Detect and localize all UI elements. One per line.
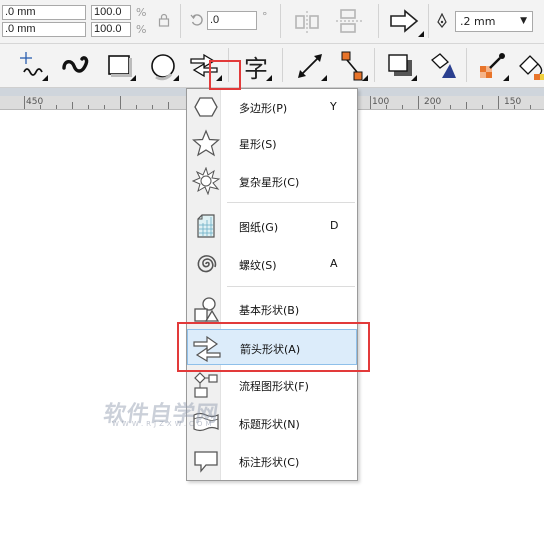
spiral-icon bbox=[191, 249, 221, 279]
scale-x-field[interactable]: 100.0 bbox=[91, 5, 131, 20]
ruler-label: 200 bbox=[424, 97, 442, 107]
x-position-field[interactable]: .0 mm bbox=[2, 5, 86, 20]
y-position-field[interactable]: .0 mm bbox=[2, 22, 86, 37]
percent-label: % bbox=[136, 23, 147, 36]
menu-item-complex-star[interactable]: 复杂星形(C) bbox=[187, 163, 357, 199]
menu-item-label: 复杂星形(C) bbox=[239, 176, 300, 189]
menu-item-label: 多边形(P) bbox=[239, 102, 288, 115]
callout-shapes-icon bbox=[191, 446, 221, 476]
menu-item-label: 流程图形状(F) bbox=[239, 380, 309, 393]
menu-separator bbox=[227, 202, 355, 203]
ruler-label: 150 bbox=[504, 97, 522, 107]
artistic-media-tool[interactable] bbox=[58, 46, 94, 86]
mirror-vertical-icon[interactable] bbox=[334, 6, 364, 36]
arrowhead-icon[interactable] bbox=[386, 6, 422, 36]
rotation-field[interactable]: .0 bbox=[207, 11, 257, 30]
mirror-horizontal-icon[interactable] bbox=[292, 8, 322, 36]
chevron-down-icon: ▼ bbox=[520, 16, 527, 26]
outline-width-value: .2 mm bbox=[460, 15, 496, 28]
rotate-icon bbox=[189, 12, 205, 28]
pen-nib-icon bbox=[435, 12, 449, 30]
menu-item-shortcut: Y bbox=[330, 100, 337, 113]
highlight-tool-flyout-arrow bbox=[209, 60, 241, 90]
lock-ratio-icon[interactable] bbox=[157, 12, 171, 28]
complex-star-icon bbox=[191, 166, 221, 196]
watermark-url: WWW.RJZXW.COM bbox=[112, 420, 215, 428]
menu-item-label: 螺纹(S) bbox=[239, 259, 277, 272]
property-bar: .0 mm .0 mm 100.0 100.0 % % .0 ° .2 mm ▼ bbox=[0, 0, 544, 44]
menu-item-shortcut: A bbox=[330, 257, 338, 270]
menu-item-spiral[interactable]: 螺纹(S) A bbox=[187, 246, 357, 282]
star-icon bbox=[191, 128, 221, 158]
menu-item-label: 标注形状(C) bbox=[239, 456, 300, 469]
polygon-icon bbox=[191, 92, 221, 122]
graph-paper-icon bbox=[191, 211, 221, 241]
toolbox: 字 bbox=[0, 44, 544, 88]
menu-item-shortcut: D bbox=[330, 219, 339, 232]
menu-item-graph-paper[interactable]: 图纸(G) D bbox=[187, 208, 357, 244]
interactive-fill-tool[interactable] bbox=[514, 46, 544, 86]
menu-item-label: 图纸(G) bbox=[239, 221, 279, 234]
outline-width-dropdown[interactable]: .2 mm ▼ bbox=[455, 11, 533, 32]
transparency-tool[interactable] bbox=[424, 46, 460, 86]
degree-label: ° bbox=[262, 10, 268, 23]
menu-item-label: 星形(S) bbox=[239, 138, 277, 151]
scale-y-field[interactable]: 100.0 bbox=[91, 22, 131, 37]
text-tool-glyph: 字 bbox=[244, 54, 268, 83]
basic-shapes-icon bbox=[191, 294, 221, 324]
menu-item-callout-shapes[interactable]: 标注形状(C) bbox=[187, 443, 357, 479]
percent-label: % bbox=[136, 6, 147, 19]
highlight-arrow-shapes-item bbox=[177, 322, 370, 372]
menu-item-star[interactable]: 星形(S) bbox=[187, 125, 357, 161]
menu-item-label: 基本形状(B) bbox=[239, 304, 300, 317]
menu-item-label: 标题形状(N) bbox=[239, 418, 300, 431]
menu-separator bbox=[227, 286, 355, 287]
menu-item-polygon[interactable]: 多边形(P) Y bbox=[187, 89, 357, 125]
